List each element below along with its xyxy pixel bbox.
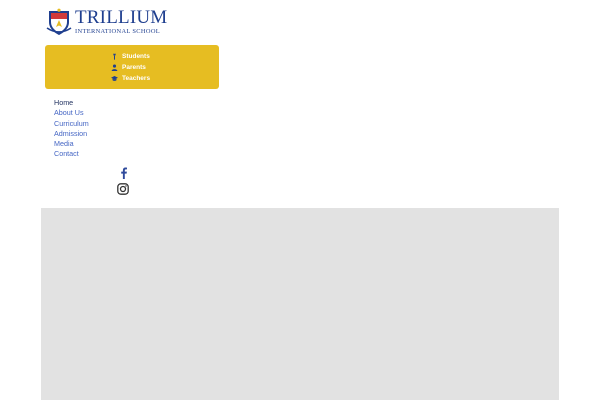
students-link[interactable]: Students xyxy=(93,51,171,61)
person-icon xyxy=(111,64,118,71)
parents-label: Parents xyxy=(122,63,146,71)
nav-item-admission[interactable]: Admission xyxy=(54,129,89,139)
nav-item-about-us[interactable]: About Us xyxy=(54,108,89,118)
teachers-link[interactable]: Teachers xyxy=(93,73,171,83)
main-nav: Home About Us Curriculum Admission Media… xyxy=(54,98,89,160)
hero-banner xyxy=(41,208,559,400)
teachers-label: Teachers xyxy=(122,74,151,82)
nav-item-curriculum[interactable]: Curriculum xyxy=(54,119,89,129)
school-logo[interactable]: TRILLIUM INTERNATIONAL SCHOOL xyxy=(46,8,167,38)
portal-links-box: Students Parents Teachers xyxy=(45,45,219,89)
nav-item-media[interactable]: Media xyxy=(54,139,89,149)
graduation-cap-icon xyxy=(111,75,118,81)
parents-link[interactable]: Parents xyxy=(93,62,171,72)
facebook-icon[interactable] xyxy=(118,167,130,179)
logo-subtitle: INTERNATIONAL SCHOOL xyxy=(75,28,161,35)
students-label: Students xyxy=(122,52,150,60)
social-links xyxy=(117,167,130,195)
instagram-icon[interactable] xyxy=(117,183,129,195)
crest-icon xyxy=(46,8,72,35)
nav-item-contact[interactable]: Contact xyxy=(54,149,89,159)
torch-icon xyxy=(113,53,116,60)
nav-item-home[interactable]: Home xyxy=(54,98,89,108)
logo-name: TRILLIUM xyxy=(75,7,168,28)
